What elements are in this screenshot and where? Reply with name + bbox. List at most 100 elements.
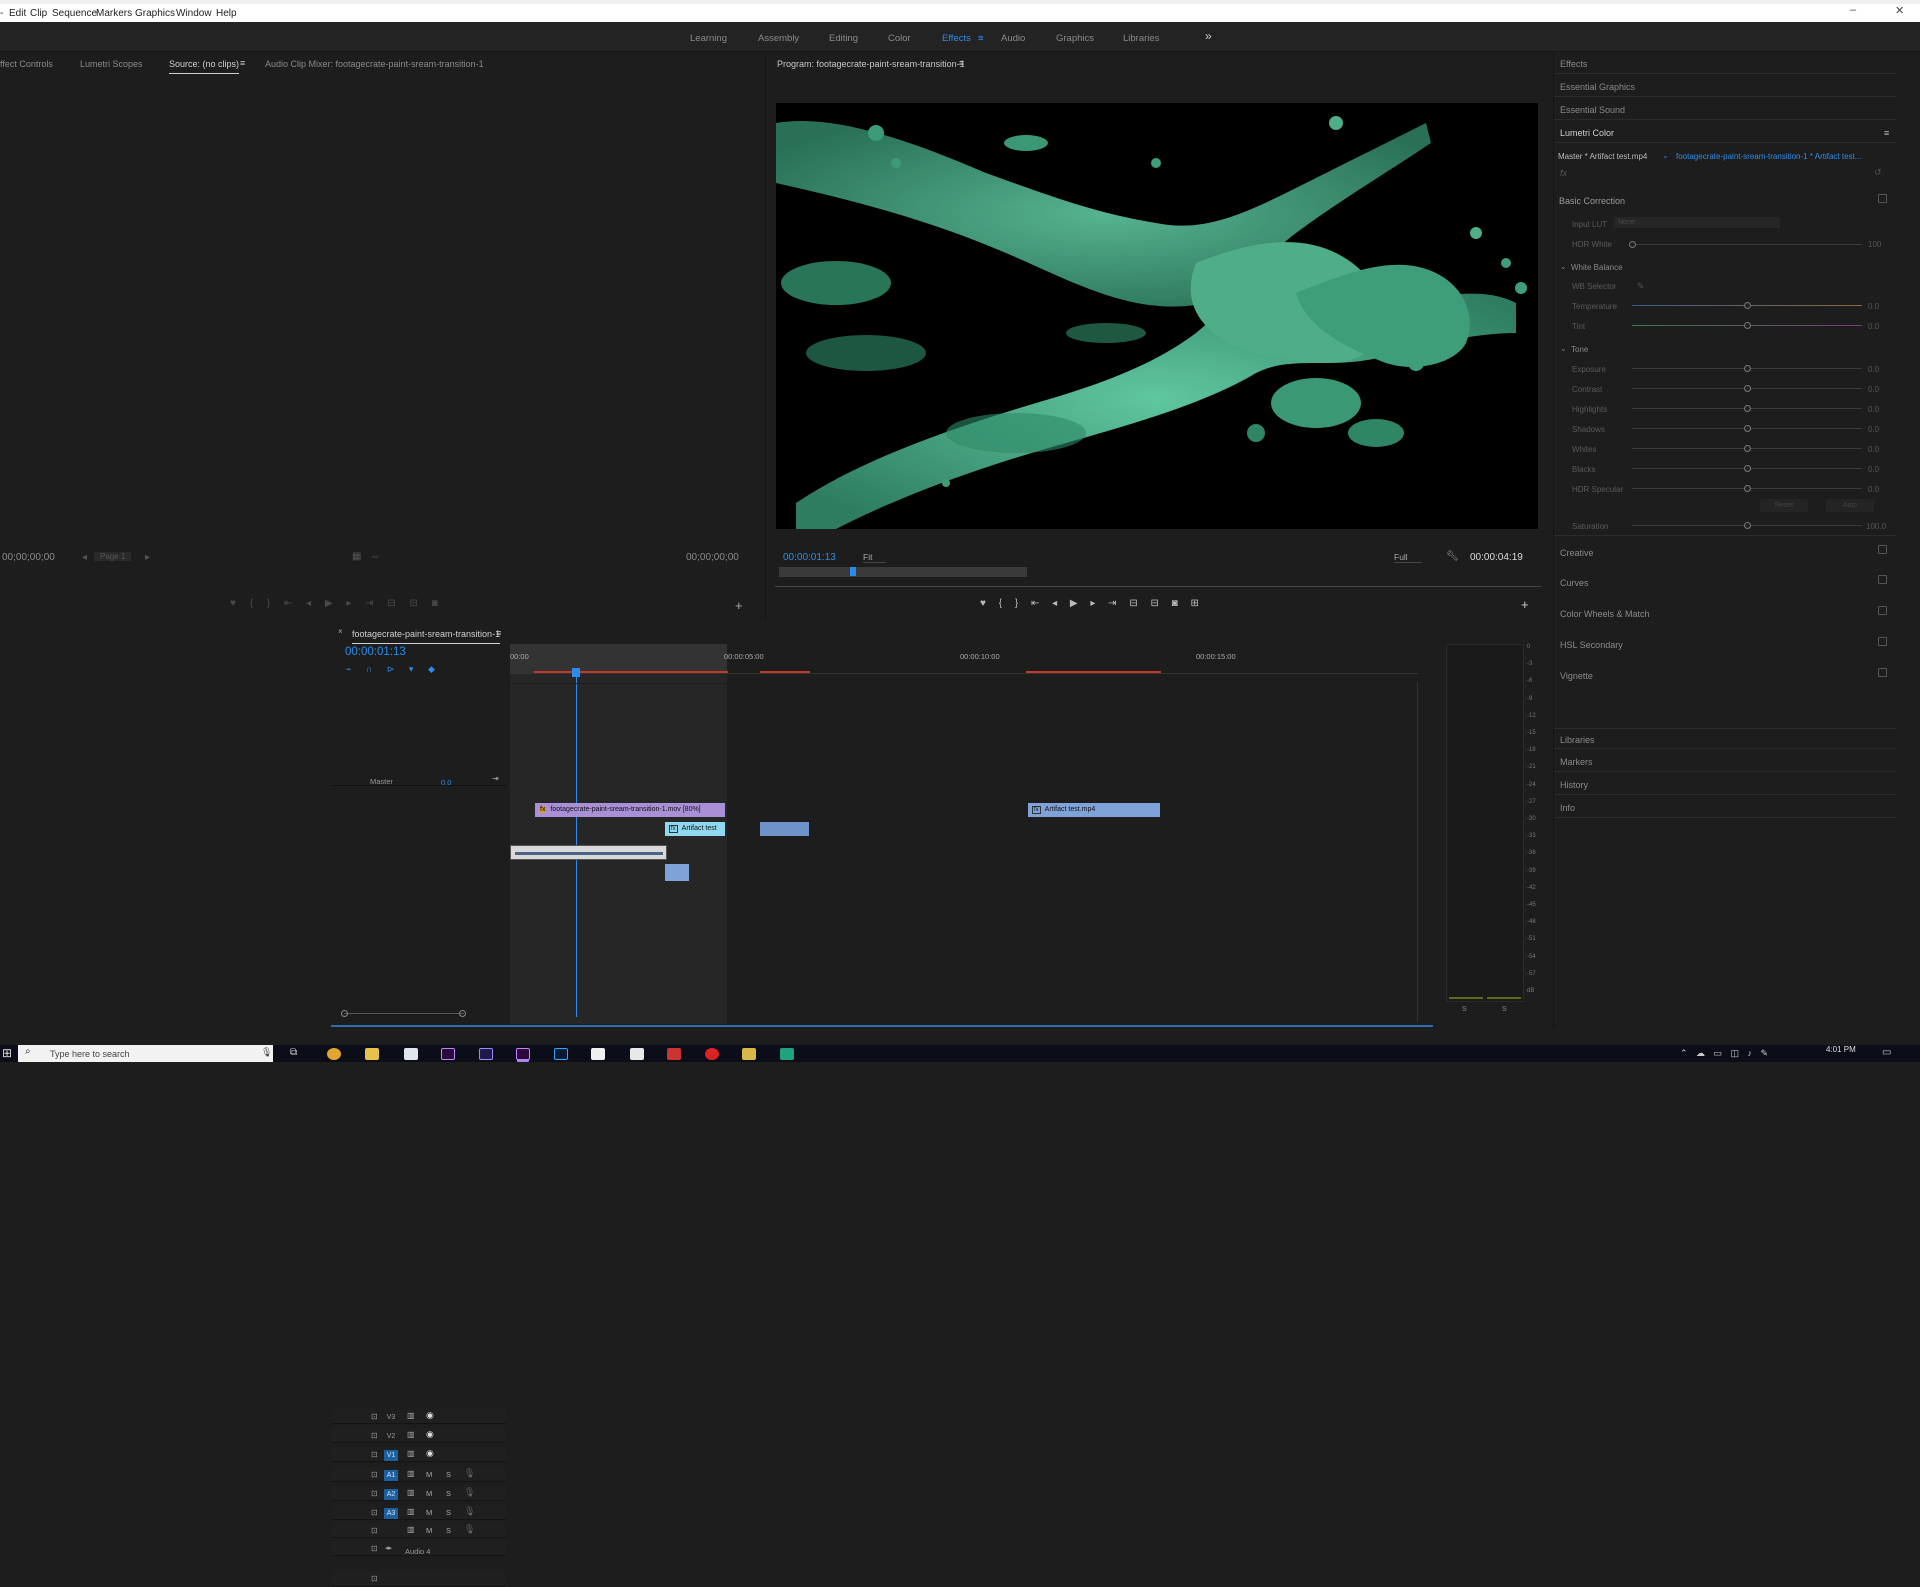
store-icon[interactable] bbox=[404, 1048, 418, 1060]
menu-sequence[interactable]: Sequence bbox=[52, 8, 97, 19]
clip-v1-artifact[interactable]: fx Artifact test bbox=[665, 822, 725, 836]
find-icon[interactable]: ⌕ bbox=[185, 1011, 190, 1022]
white-balance-chevron-icon[interactable]: ⌄ bbox=[1560, 262, 1567, 271]
panel-libraries[interactable]: Libraries bbox=[1554, 728, 1896, 749]
tone-value[interactable]: 0.0 bbox=[1868, 425, 1879, 434]
tab-sequence[interactable]: footagecrate-paint-sream-transition-1 bbox=[352, 629, 501, 644]
section-vignette[interactable]: Vignette bbox=[1560, 671, 1593, 681]
notifications-icon[interactable]: ▭ bbox=[1882, 1047, 1891, 1058]
panel-history[interactable]: History bbox=[1554, 774, 1896, 795]
tone-chevron-icon[interactable]: ⌄ bbox=[1560, 344, 1567, 353]
more-workspaces-icon[interactable]: » bbox=[1205, 29, 1212, 43]
clip-v2-transition[interactable]: fx footagecrate-paint-sream-transition-1.… bbox=[535, 803, 725, 817]
solo-button[interactable]: S bbox=[446, 1470, 451, 1479]
photoshop-icon[interactable] bbox=[554, 1048, 568, 1060]
track-target-label[interactable]: V2 bbox=[384, 1431, 398, 1442]
time-ruler[interactable]: 00:00 00:00:05:00 00:00:10:00 00:00:15:0… bbox=[510, 644, 1418, 674]
wrench-icon[interactable]: 🔧︎ bbox=[1446, 551, 1459, 562]
section-curves[interactable]: Curves bbox=[1560, 578, 1589, 588]
tint-value[interactable]: 0.0 bbox=[1868, 322, 1879, 331]
hdr-white-slider[interactable] bbox=[1632, 244, 1862, 245]
tab-audio-clip-mixer[interactable]: Audio Clip Mixer: footagecrate-paint-sre… bbox=[265, 59, 484, 69]
panel-menu-icon[interactable]: ≡ bbox=[240, 58, 245, 68]
lumetri-master-clip[interactable]: Master * Artifact test.mp4 bbox=[1558, 152, 1647, 161]
sync-lock-icon[interactable]: ▥ bbox=[407, 1411, 415, 1420]
panel-lumetri-color[interactable]: Lumetri Color bbox=[1554, 122, 1896, 143]
voiceover-mic-icon[interactable]: 🎙︎ bbox=[464, 1524, 475, 1535]
timeline-tool-row[interactable]: ⌁ ∩ ⊳ ▾ ◆ bbox=[346, 664, 435, 675]
pen-tool-icon[interactable]: ✒ bbox=[304, 676, 312, 687]
color-wheels-checkbox[interactable] bbox=[1878, 606, 1887, 615]
zoom-handle-left[interactable] bbox=[341, 1010, 348, 1017]
track-header[interactable]: ⊡ V3 ▥ ◉ bbox=[332, 1409, 506, 1424]
source-add-button[interactable]: + bbox=[735, 598, 743, 613]
taskbar-clock[interactable]: 4:01 PM bbox=[1826, 1045, 1856, 1054]
menu-edit[interactable]: Edit bbox=[9, 8, 26, 19]
new-item-icon[interactable]: ▣ bbox=[230, 1011, 239, 1022]
tab-effect-controls[interactable]: ffect Controls bbox=[0, 59, 53, 69]
tone-header[interactable]: Tone bbox=[1571, 345, 1588, 354]
track-header[interactable]: ⊡ V1 ▥ ◉ bbox=[332, 1447, 506, 1462]
master-track-header[interactable]: ⊡ bbox=[332, 1571, 506, 1587]
tone-value[interactable]: 0.0 bbox=[1868, 485, 1879, 494]
source-settings-icon[interactable]: ▦ bbox=[352, 551, 361, 562]
sync-lock-icon[interactable]: ▥ bbox=[407, 1469, 415, 1478]
tone-knob[interactable] bbox=[1744, 385, 1751, 392]
track-select-tool-icon[interactable]: ⇥ bbox=[303, 636, 311, 647]
tone-value[interactable]: 0.0 bbox=[1868, 405, 1879, 414]
section-creative[interactable]: Creative bbox=[1560, 548, 1594, 558]
voiceover-mic-icon[interactable]: 🎙︎ bbox=[464, 1468, 475, 1479]
panel-essential-graphics[interactable]: Essential Graphics bbox=[1554, 76, 1896, 97]
sync-lock-icon[interactable]: ▥ bbox=[407, 1430, 415, 1439]
panel-effects[interactable]: Effects bbox=[1554, 53, 1896, 74]
voiceover-mic-icon[interactable]: 🎙︎ bbox=[464, 1487, 475, 1498]
clip-v2-artifact[interactable]: fx Artifact test.mp4 bbox=[1028, 803, 1160, 817]
workspace-assembly[interactable]: Assembly bbox=[758, 33, 799, 44]
panel-markers[interactable]: Markers bbox=[1554, 751, 1896, 772]
eye-icon[interactable]: ◉ bbox=[426, 1429, 434, 1440]
program-monitor-title[interactable]: Program: footagecrate-paint-sream-transi… bbox=[777, 59, 965, 69]
eye-icon[interactable]: ◉ bbox=[426, 1448, 434, 1459]
menu-clip[interactable]: Clip bbox=[30, 8, 47, 19]
section-color-wheels[interactable]: Color Wheels & Match bbox=[1560, 609, 1650, 619]
track-header[interactable]: ⊡ V2 ▥ ◉ bbox=[332, 1428, 506, 1443]
page-selector-prev-icon[interactable]: ◂ bbox=[82, 552, 87, 563]
saturation-knob[interactable] bbox=[1744, 522, 1751, 529]
track-toggle-icon[interactable]: ◂▸ bbox=[385, 1544, 392, 1552]
menu-window[interactable]: Window bbox=[176, 8, 212, 19]
clip-v1-short[interactable] bbox=[760, 822, 809, 836]
eye-icon[interactable]: ◉ bbox=[426, 1410, 434, 1421]
panel-info[interactable]: Info bbox=[1554, 797, 1896, 818]
project-menu-icon[interactable]: ≡ bbox=[118, 628, 123, 638]
tab-project[interactable]: roject: Tool box Intro Redesign bbox=[0, 629, 122, 644]
program-transport-controls[interactable]: ♥ { } ⇤ ◂ ▶ ▸ ⇥ ⊟ ⊟ ◙ ⊞ bbox=[980, 598, 1199, 609]
tone-knob[interactable] bbox=[1744, 485, 1751, 492]
new-bin-icon[interactable]: ▬ bbox=[205, 1011, 214, 1021]
track-header[interactable]: ⊡ A1 ▥ M S 🎙︎ bbox=[332, 1467, 506, 1482]
zoom-select[interactable]: Fit bbox=[863, 552, 887, 563]
track-lock-icon[interactable]: ⊡ bbox=[371, 1526, 378, 1535]
thumbnail-size-slider[interactable] bbox=[66, 1016, 116, 1017]
mute-button[interactable]: M bbox=[426, 1470, 432, 1479]
workspace-audio[interactable]: Audio bbox=[1001, 33, 1025, 44]
project-thumb-2[interactable]: Title card Lorem ipsum dolor sit amet cons… bbox=[134, 699, 252, 765]
program-timecode[interactable]: 00:00:01:13 bbox=[783, 552, 836, 563]
clip-a1-audio[interactable] bbox=[510, 845, 667, 860]
workspace-libraries[interactable]: Libraries bbox=[1123, 33, 1159, 44]
microphone-icon[interactable]: 🎙︎ bbox=[261, 1047, 272, 1058]
source-transport-controls[interactable]: ♥ { } ⇤ ◂ ▶ ▸ ⇥ ⊟ ⊟ ◙ bbox=[230, 598, 438, 609]
program-menu-icon[interactable]: ≡ bbox=[959, 58, 964, 68]
timeline-close-icon[interactable]: × bbox=[338, 627, 343, 636]
tone-knob[interactable] bbox=[1744, 405, 1751, 412]
meter-solo-right[interactable]: S bbox=[1502, 1006, 1507, 1013]
track-header[interactable]: ⊡ ▥ M S 🎙︎ bbox=[332, 1523, 506, 1538]
hdr-white-value[interactable]: 100 bbox=[1868, 240, 1881, 249]
vignette-checkbox[interactable] bbox=[1878, 668, 1887, 677]
workspace-graphics[interactable]: Graphics bbox=[1056, 33, 1094, 44]
minimize-icon[interactable]: – bbox=[1850, 4, 1856, 16]
close-icon[interactable]: ✕ bbox=[1895, 4, 1904, 17]
solo-button[interactable]: S bbox=[446, 1526, 451, 1535]
track-header[interactable]: ⊡ A2 ▥ M S 🎙︎ bbox=[332, 1486, 506, 1501]
system-tray-icons[interactable]: ⌃ ☁ ▭ ◫ ♪ ✎ bbox=[1680, 1048, 1768, 1059]
track-target-label[interactable]: A2 bbox=[384, 1489, 398, 1500]
